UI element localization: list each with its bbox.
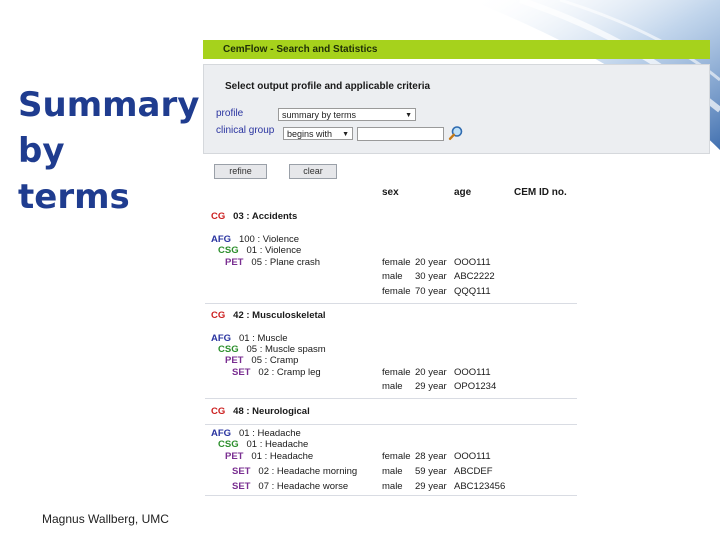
patient-id: QQQ111: [454, 286, 491, 297]
patient-sex: female: [382, 367, 411, 378]
set-row: SET 02 : Cramp leg: [232, 367, 321, 379]
cg-code: CG: [211, 406, 226, 417]
cg-text: 42 : Musculoskeletal: [233, 310, 326, 321]
set-row: SET 02 : Headache morning: [232, 466, 357, 478]
patient-age: 30 year: [415, 271, 447, 282]
patient-age: 28 year: [415, 451, 447, 462]
pet-text: 05 : Plane crash: [251, 257, 321, 268]
set-code: SET: [232, 481, 251, 492]
patient-sex: male: [382, 381, 403, 392]
group-operator-value: begins with: [287, 129, 333, 139]
column-header-sex: sex: [382, 187, 399, 198]
patient-sex: female: [382, 451, 411, 462]
afg-text: 100 : Violence: [238, 234, 300, 245]
patient-id: OOO111: [454, 367, 491, 378]
afg-text: 01 : Headache: [238, 428, 301, 439]
clinical-group-label: clinical group: [216, 125, 275, 136]
patient-age: 59 year: [415, 466, 447, 477]
app-header: CemFlow - Search and Statistics: [203, 40, 710, 59]
chevron-down-icon: ▼: [405, 112, 412, 119]
csg-text: 01 : Violence: [246, 245, 302, 256]
chevron-down-icon: ▼: [342, 131, 349, 138]
group-divider: [205, 398, 577, 399]
footer-author: Magnus Wallberg, UMC: [42, 512, 169, 526]
column-header-age: age: [454, 187, 472, 198]
cg-code: CG: [211, 211, 226, 222]
pet-text: 05 : Cramp: [251, 355, 299, 366]
patient-id: OOO111: [454, 451, 491, 462]
criteria-panel: Select output profile and applicable cri…: [203, 64, 710, 154]
criteria-title: Select output profile and applicable cri…: [225, 81, 431, 92]
patient-age: 70 year: [415, 286, 447, 297]
afg-code: AFG: [211, 234, 232, 245]
column-header-cem-id: CEM ID no.: [514, 187, 567, 198]
cg-row: CG 48 : Neurological: [211, 406, 310, 418]
pet-code: PET: [225, 451, 244, 462]
patient-sex: female: [382, 286, 411, 297]
search-icon[interactable]: [448, 125, 464, 141]
slide-title-line: Summary: [18, 85, 200, 125]
csg-text: 05 : Muscle spasm: [246, 344, 326, 355]
patient-sex: male: [382, 271, 403, 282]
patient-age: 20 year: [415, 257, 447, 268]
clear-button[interactable]: clear: [289, 164, 337, 179]
patient-age: 20 year: [415, 367, 447, 378]
patient-sex: male: [382, 466, 403, 477]
patient-age: 29 year: [415, 481, 447, 492]
csg-code: CSG: [218, 344, 239, 355]
pet-text: 01 : Headache: [251, 451, 314, 462]
pet-code: PET: [225, 257, 244, 268]
profile-label: profile: [216, 108, 244, 119]
csg-code: CSG: [218, 439, 239, 450]
patient-id: OPO1234: [454, 381, 497, 392]
patient-id: ABCDEF: [454, 466, 493, 477]
patient-id: OOO111: [454, 257, 491, 268]
set-row: SET 07 : Headache worse: [232, 481, 348, 493]
pet-row: PET 01 : Headache: [225, 451, 313, 463]
afg-text: 01 : Muscle: [238, 333, 288, 344]
group-divider: [205, 303, 577, 304]
cg-code: CG: [211, 310, 226, 321]
set-code: SET: [232, 466, 251, 477]
profile-select[interactable]: summary by terms ▼: [278, 108, 416, 121]
slide-title-line: terms: [18, 177, 130, 217]
csg-row: CSG 01 : Violence: [218, 245, 301, 257]
set-code: SET: [232, 367, 251, 378]
refine-button[interactable]: refine: [214, 164, 267, 179]
cg-text: 03 : Accidents: [233, 211, 298, 222]
set-text: 02 : Cramp leg: [258, 367, 321, 378]
pet-code: PET: [225, 355, 244, 366]
set-text: 07 : Headache worse: [258, 481, 349, 492]
patient-age: 29 year: [415, 381, 447, 392]
slide-title: Summary by terms: [18, 82, 203, 220]
patient-sex: male: [382, 481, 403, 492]
csg-row: CSG 01 : Headache: [218, 439, 308, 451]
patient-sex: female: [382, 257, 411, 268]
set-text: 02 : Headache morning: [258, 466, 358, 477]
slide-title-line: by: [18, 131, 65, 171]
afg-code: AFG: [211, 428, 232, 439]
cg-row: CG 03 : Accidents: [211, 211, 297, 223]
patient-id: ABC2222: [454, 271, 495, 282]
pet-row: PET 05 : Plane crash: [225, 257, 320, 269]
afg-code: AFG: [211, 333, 232, 344]
patient-id: ABC123456: [454, 481, 506, 492]
profile-select-value: summary by terms: [282, 110, 357, 120]
pet-row: PET 05 : Cramp: [225, 355, 298, 367]
group-divider: [205, 424, 577, 425]
csg-text: 01 : Headache: [246, 439, 309, 450]
cg-row: CG 42 : Musculoskeletal: [211, 310, 326, 322]
clinical-group-input[interactable]: [357, 127, 444, 141]
cg-text: 48 : Neurological: [233, 406, 310, 417]
group-operator-select[interactable]: begins with ▼: [283, 127, 353, 140]
csg-code: CSG: [218, 245, 239, 256]
group-divider: [205, 495, 577, 496]
